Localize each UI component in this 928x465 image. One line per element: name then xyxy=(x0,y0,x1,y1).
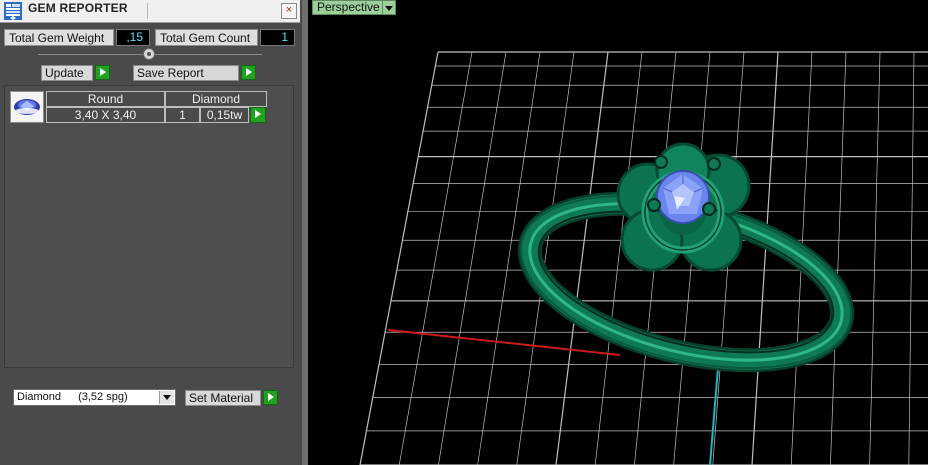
gem-reporter-icon xyxy=(4,2,22,20)
view-mode-tab[interactable]: Perspective xyxy=(312,0,385,15)
material-select-name: Diamond xyxy=(17,391,62,403)
grid-line xyxy=(869,51,881,465)
total-gem-weight-value: ,15 xyxy=(116,29,150,46)
grid-line xyxy=(438,51,507,465)
viewport-scene[interactable] xyxy=(308,0,928,465)
grid-line xyxy=(359,51,439,465)
set-material-arrow-icon[interactable] xyxy=(263,390,278,405)
grid-line xyxy=(555,51,609,465)
gem-size-cell: 3,40 X 3,40 xyxy=(46,107,165,123)
gem-count-cell: 1 xyxy=(165,107,200,123)
material-select[interactable]: Diamond (3,52 spg) xyxy=(13,389,176,406)
x-axis-line xyxy=(387,329,621,356)
title-separator xyxy=(147,3,148,19)
grid-line xyxy=(830,51,847,465)
panel-titlebar: GEM REPORTER × xyxy=(0,0,300,23)
chevron-down-icon[interactable] xyxy=(159,391,174,404)
panel-slider-knob[interactable] xyxy=(143,48,155,60)
ring-model[interactable] xyxy=(503,142,869,399)
set-material-button[interactable]: Set Material xyxy=(185,390,261,406)
gem-row-arrow-icon[interactable] xyxy=(250,107,266,123)
material-select-spg: (3,52 spg) xyxy=(78,391,128,403)
panel-title: GEM REPORTER xyxy=(28,1,128,15)
view-mode-chevron-down-icon[interactable] xyxy=(382,0,396,15)
round-gem-thumbnail xyxy=(10,91,44,123)
gem-list xyxy=(4,85,294,368)
total-gem-count-label: Total Gem Count xyxy=(155,29,258,46)
total-gem-weight-label: Total Gem Weight xyxy=(4,29,114,46)
update-arrow-icon[interactable] xyxy=(95,65,110,80)
save-report-button[interactable]: Save Report xyxy=(133,65,239,81)
gem-weight-cell: 0,15tw xyxy=(200,107,249,123)
gem-material-header: Diamond xyxy=(165,91,267,107)
grid-line xyxy=(398,51,473,465)
total-gem-count-value: 1 xyxy=(260,29,295,46)
gem-shape-header: Round xyxy=(46,91,165,107)
perspective-viewport[interactable] xyxy=(302,0,928,465)
center-gem xyxy=(656,170,710,224)
save-report-arrow-icon[interactable] xyxy=(241,65,256,80)
grid-line xyxy=(751,51,779,465)
grid-line xyxy=(908,51,915,465)
update-button[interactable]: Update xyxy=(41,65,93,81)
close-button[interactable]: × xyxy=(281,3,297,19)
gem-reporter-panel: GEM REPORTER × Total Gem Weight ,15 Tota… xyxy=(0,0,302,465)
round-gem-icon xyxy=(14,99,40,115)
